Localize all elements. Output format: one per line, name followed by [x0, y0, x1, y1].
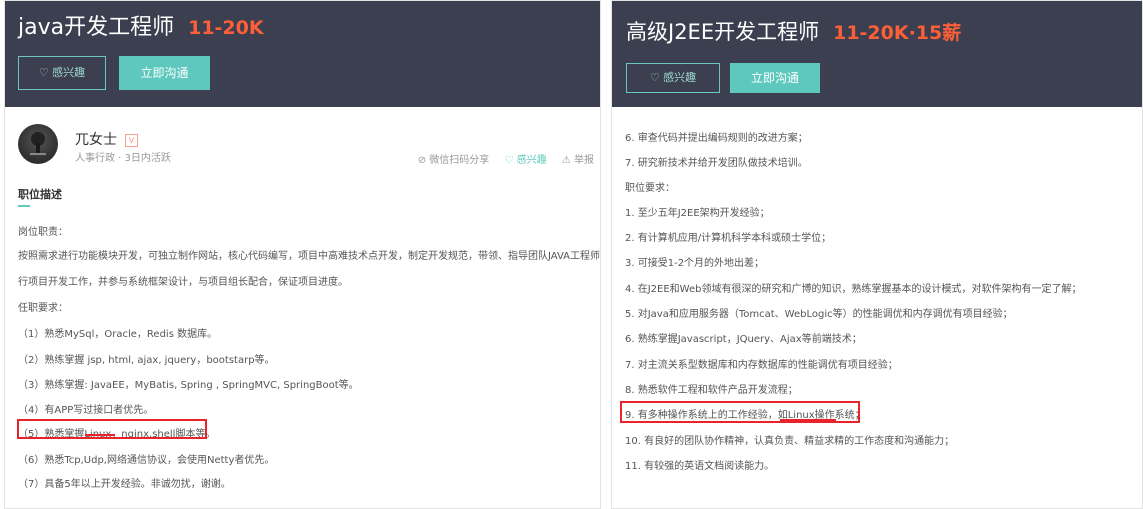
desc-line: 7. 对主流关系型数据库和内存数据库的性能调优有项目经验；	[625, 360, 898, 371]
salary: 11-20K·15薪	[833, 22, 962, 44]
desc-line: 6. 熟练掌握Javascript，JQuery、Ajax等前端技术；	[625, 334, 862, 345]
desc-line: 4. 在J2EE和Web领域有很深的研究和广博的知识，熟练掌握基本的设计模式，对…	[625, 284, 1082, 295]
desc-line: 10. 有良好的团队协作精神，认真负责、精益求精的工作态度和沟通能力；	[625, 436, 955, 447]
job-header: java开发工程师 11-20K ♡ 感兴趣 立即沟通	[5, 1, 600, 107]
desc-line: 行项目开发工作，并参与系统框架设计，与项目组长配合，保证项目进度。	[18, 277, 348, 288]
desc-line: （1）熟悉MySql，Oracle，Redis 数据库。	[18, 329, 218, 340]
desc-line: 6. 审查代码并提出编码规则的改进方案；	[625, 133, 808, 144]
desc-line: （3）熟练掌握: JavaEE，MyBatis, Spring , Spring…	[18, 380, 359, 391]
avatar[interactable]	[18, 124, 58, 164]
desc-line: （4）有APP写过接口者优先。	[18, 405, 154, 416]
desc-line: 任职要求：	[18, 303, 68, 314]
chat-now-button[interactable]: 立即沟通	[730, 63, 820, 93]
recruiter-name-text: 兀女士	[75, 132, 117, 148]
desc-line: 8. 熟悉软件工程和软件产品开发流程；	[625, 385, 798, 396]
avatar-image	[30, 132, 46, 155]
desc-line: 5. 对Java和应用服务器（Tomcat、WebLogic等）的性能调优和内存…	[625, 309, 1013, 320]
desc-line: 职位要求：	[625, 183, 675, 194]
desc-line: 7. 研究新技术并给开发团队做技术培训。	[625, 158, 808, 169]
interest-link[interactable]: ♡ 感兴趣	[505, 155, 547, 166]
desc-line: 按照需求进行功能模块开发，可独立制作网站，核心代码编写，项目中高难技术点开发，制…	[18, 251, 601, 262]
job-title: java开发工程师 11-20K	[18, 9, 264, 41]
desc-line: （6）熟悉Tcp,Udp,网络通信协议，会使用Netty者优先。	[18, 455, 275, 466]
desc-line: 11. 有较强的英语文档阅读能力。	[625, 461, 775, 472]
recruiter-info: 人事行政 · 3日内活跃	[75, 153, 171, 164]
recruiter-name: 兀女士 V	[75, 129, 138, 149]
right-job-panel: 高级J2EE开发工程师 11-20K·15薪 ♡ 感兴趣 立即沟通 6. 审查代码…	[611, 0, 1143, 509]
section-underline	[18, 205, 30, 207]
highlight-underline	[780, 419, 836, 421]
job-actions: ⊘ 微信扫码分享 ♡ 感兴趣 ⚠ 举报	[406, 151, 594, 166]
desc-line: （7）具备5年以上开发经验。非诚勿扰，谢谢。	[18, 479, 231, 490]
chat-now-button[interactable]: 立即沟通	[119, 56, 210, 90]
desc-line: （2）熟练掌握 jsp, html, ajax, jquery，bootstar…	[18, 355, 275, 366]
desc-line: 岗位职责：	[18, 227, 68, 238]
desc-line: 3. 可接受1-2个月的外地出差；	[625, 258, 765, 269]
left-job-panel: java开发工程师 11-20K ♡ 感兴趣 立即沟通 兀女士 V 人事行政 · 3…	[4, 0, 601, 509]
job-title-text: 高级J2EE开发工程师	[626, 20, 820, 44]
desc-line: 1. 至少五年J2EE架构开发经验；	[625, 208, 770, 219]
job-title-text: java开发工程师	[18, 15, 175, 40]
interest-button[interactable]: ♡ 感兴趣	[18, 56, 106, 90]
highlight-underline	[85, 434, 115, 436]
highlight-box	[17, 419, 207, 439]
section-title: 职位描述	[18, 188, 62, 201]
job-title: 高级J2EE开发工程师 11-20K·15薪	[626, 16, 961, 46]
interest-button[interactable]: ♡ 感兴趣	[626, 63, 720, 93]
job-header: 高级J2EE开发工程师 11-20K·15薪 ♡ 感兴趣 立即沟通	[612, 1, 1142, 107]
desc-line: 2. 有计算机应用/计算机科学本科或硕士学位；	[625, 233, 832, 244]
verified-badge-icon: V	[125, 133, 138, 147]
salary: 11-20K	[188, 17, 264, 39]
wechat-share-link[interactable]: ⊘ 微信扫码分享	[418, 155, 490, 166]
report-link[interactable]: ⚠ 举报	[562, 155, 594, 166]
